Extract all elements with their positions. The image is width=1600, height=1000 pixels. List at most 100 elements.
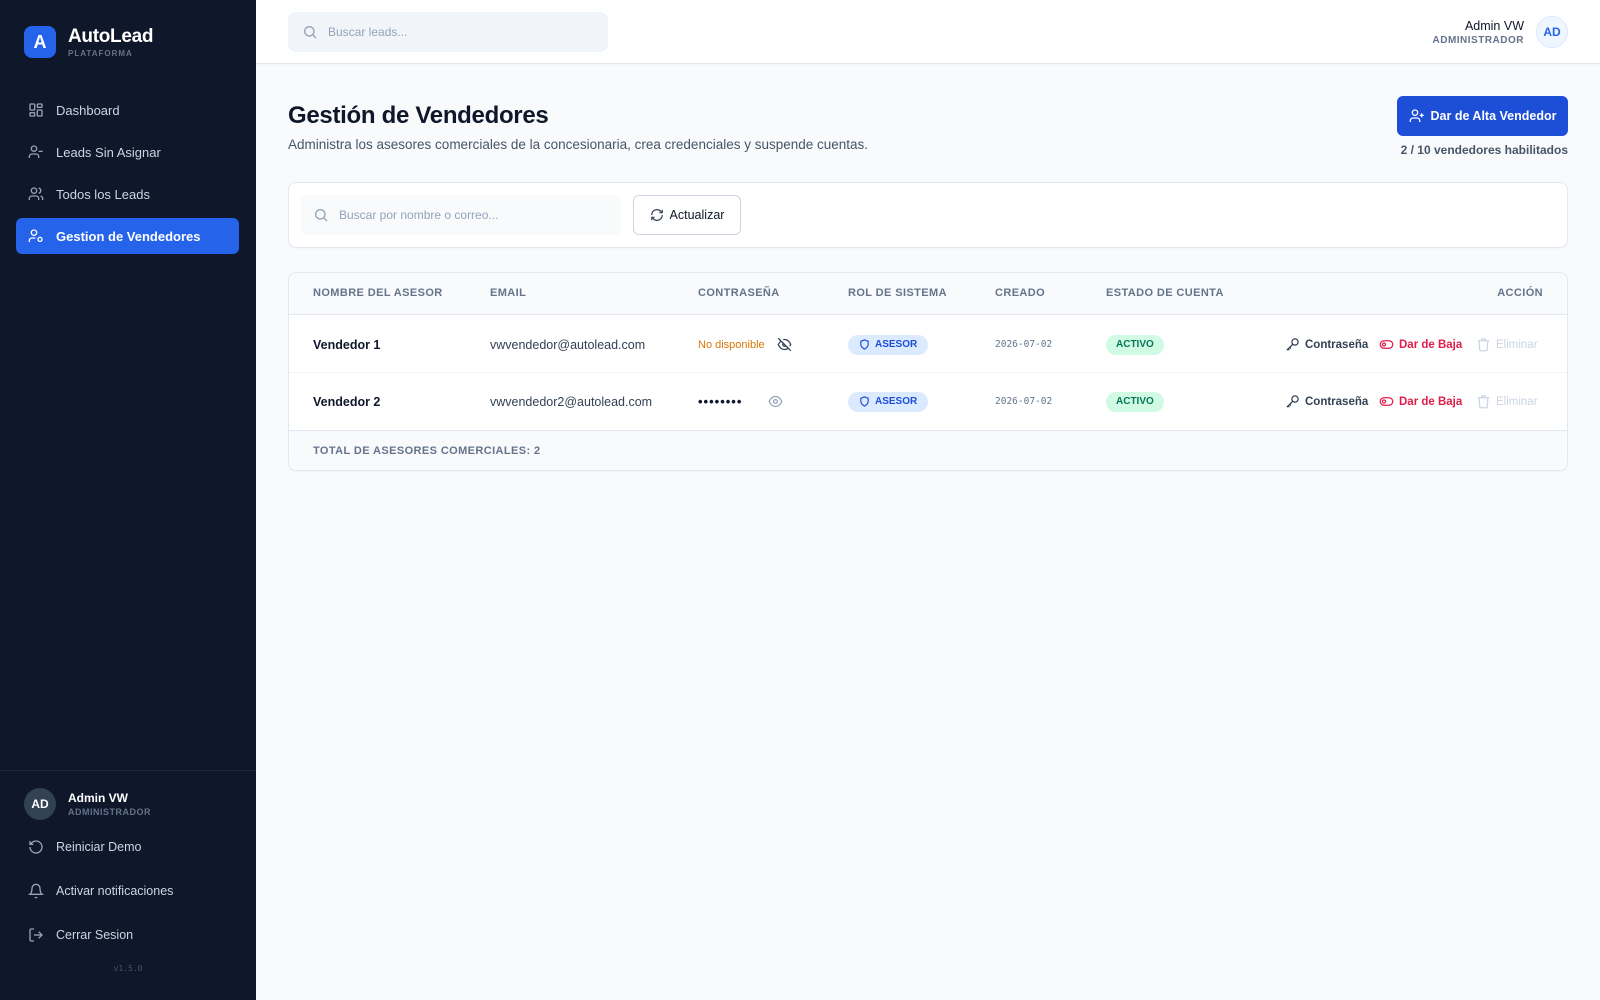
seller-search[interactable] [301, 195, 621, 235]
deactivate-label: Dar de Baja [1399, 395, 1463, 408]
role-cell: ASESOR [848, 316, 929, 373]
column-header-action: ACCIÓN [1497, 287, 1543, 299]
toggle-icon [1379, 397, 1394, 406]
user-cog-icon [28, 229, 43, 242]
brand-logo: A [24, 26, 56, 58]
deactivate-button[interactable]: Dar de Baja [1379, 316, 1462, 373]
seller-quota: 2 / 10 vendedores habilitados [1400, 143, 1568, 157]
reset-demo-label: Reiniciar Demo [56, 840, 142, 854]
key-icon [1286, 395, 1299, 408]
sidebar-nav: Dashboard Leads Sin Asignar Todos los Le… [16, 92, 239, 260]
avatar: AD [24, 788, 56, 820]
delete-label: Eliminar [1496, 395, 1538, 408]
change-password-label: Contraseña [1305, 395, 1369, 408]
seller-name: Vendedor 2 [313, 394, 381, 409]
sidebar-item-todos-los-leads[interactable]: Todos los Leads [16, 176, 239, 212]
deactivate-button[interactable]: Dar de Baja [1379, 373, 1462, 430]
role-cell: ASESOR [848, 373, 929, 430]
user-role: ADMINISTRADOR [1432, 34, 1524, 46]
sidebar-item-label: Leads Sin Asignar [56, 144, 161, 160]
change-password-button[interactable]: Contraseña [1285, 316, 1368, 373]
logout-button[interactable]: Cerrar Sesion [28, 927, 133, 943]
logout-label: Cerrar Sesion [56, 928, 134, 942]
eye-off-icon[interactable] [777, 337, 792, 352]
seller-search-input[interactable] [339, 208, 609, 222]
seller-email: vwvendedor2@autolead.com [490, 394, 653, 409]
table-header: NOMBRE DEL ASESOR EMAIL CONTRASEÑA ROL D… [289, 273, 1567, 315]
sidebar-profile[interactable]: AD Admin VW ADMINISTRADOR [24, 788, 151, 820]
trash-icon [1477, 395, 1490, 409]
sidebar-footer: AD Admin VW ADMINISTRADOR [0, 770, 256, 820]
delete-label: Eliminar [1496, 338, 1538, 351]
enable-notifications-label: Activar notificaciones [56, 884, 174, 898]
shield-icon [860, 339, 869, 350]
password-value: No disponible [698, 338, 765, 351]
table-row: Vendedor 2 vwvendedor2@autolead.com ••••… [289, 373, 1567, 430]
status-badge: ACTIVO [1106, 391, 1164, 412]
reset-demo-button[interactable]: Reiniciar Demo [28, 839, 141, 855]
logout-icon [29, 928, 43, 942]
brand-subtitle: PLATAFORMA [68, 48, 133, 58]
key-icon [1286, 338, 1299, 351]
profile-name: Admin VW [68, 791, 128, 805]
status-badge: ACTIVO [1106, 334, 1164, 355]
page-description: Administra los asesores comerciales de l… [288, 137, 869, 152]
eye-icon[interactable] [768, 394, 783, 409]
toggle-icon [1379, 340, 1394, 349]
global-search-input[interactable] [328, 25, 588, 39]
password-cell: •••••••• [698, 373, 783, 430]
table-footer: TOTAL DE ASESORES COMERCIALES: 2 [289, 430, 1567, 470]
sidebar: A AutoLead PLATAFORMA Dashboard Leads Si… [0, 0, 256, 1000]
global-search[interactable] [288, 12, 608, 52]
refresh-label: Actualizar [669, 208, 725, 222]
sidebar-item-label: Gestion de Vendedores [56, 228, 201, 244]
role-badge: ASESOR [848, 391, 929, 412]
column-header-status: ESTADO DE CUENTA [1106, 287, 1224, 299]
user-menu[interactable]: Admin VW ADMINISTRADOR AD [1432, 16, 1568, 48]
column-header-role: ROL DE SISTEMA [848, 287, 947, 299]
sidebar-item-label: Dashboard [56, 102, 120, 118]
password-value: •••••••• [698, 394, 743, 409]
column-header-email: EMAIL [490, 287, 527, 299]
change-password-label: Contraseña [1305, 338, 1369, 351]
sidebar-item-leads-sin-asignar[interactable]: Leads Sin Asignar [16, 134, 239, 170]
sidebar-item-dashboard[interactable]: Dashboard [16, 92, 239, 128]
column-header-name: NOMBRE DEL ASESOR [313, 287, 443, 299]
user-name: Admin VW [1464, 18, 1524, 33]
search-icon [304, 26, 317, 39]
sidebar-item-gestion-de-vendedores[interactable]: Gestion de Vendedores [16, 218, 239, 254]
trash-icon [1477, 338, 1490, 352]
created-date: 2026-07-02 [995, 396, 1053, 407]
avatar: AD [1536, 16, 1568, 48]
version-label: v1.5.0 [113, 964, 143, 973]
add-seller-label: Dar de Alta Vendedor [1430, 109, 1557, 123]
filter-bar: Actualizar [288, 182, 1568, 248]
rotate-ccw-icon [29, 840, 43, 854]
role-label: ASESOR [875, 339, 918, 350]
brand[interactable]: A AutoLead PLATAFORMA [24, 25, 154, 58]
search-icon [315, 209, 328, 222]
users-icon [28, 187, 44, 200]
brand-name: AutoLead [68, 25, 154, 47]
role-badge: ASESOR [848, 334, 929, 355]
seller-email: vwvendedor@autolead.com [490, 337, 646, 352]
add-seller-button[interactable]: Dar de Alta Vendedor [1397, 96, 1568, 136]
column-header-password: CONTRASEÑA [698, 287, 780, 299]
user-minus-icon [28, 145, 43, 158]
user-plus-icon [1409, 109, 1424, 122]
change-password-button[interactable]: Contraseña [1285, 373, 1368, 430]
deactivate-label: Dar de Baja [1399, 338, 1463, 351]
delete-button[interactable]: Eliminar [1476, 373, 1538, 430]
page-title: Gestión de Vendedores [288, 102, 549, 129]
created-date: 2026-07-02 [995, 339, 1053, 350]
sellers-table: NOMBRE DEL ASESOR EMAIL CONTRASEÑA ROL D… [288, 272, 1568, 471]
delete-button[interactable]: Eliminar [1476, 316, 1538, 373]
dashboard-icon [29, 103, 43, 117]
seller-name: Vendedor 1 [313, 337, 381, 352]
sidebar-item-label: Todos los Leads [56, 186, 150, 202]
enable-notifications-button[interactable]: Activar notificaciones [28, 883, 173, 899]
refresh-button[interactable]: Actualizar [633, 195, 741, 235]
status-cell: ACTIVO [1106, 373, 1164, 430]
role-label: ASESOR [875, 396, 918, 407]
table-row: Vendedor 1 vwvendedor@autolead.com No di… [289, 316, 1567, 373]
